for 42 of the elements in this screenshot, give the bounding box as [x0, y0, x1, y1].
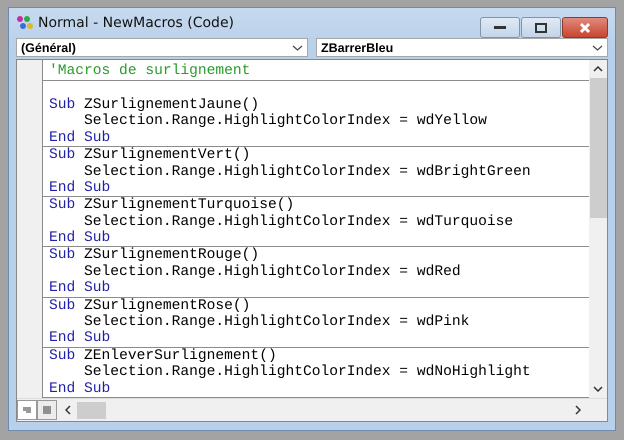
procedure-view-button[interactable] — [17, 400, 37, 420]
code-editor[interactable] — [43, 60, 589, 398]
code-line: Selection.Range.HighlightColorIndex = wdTurquoise — [83, 214, 514, 230]
code-line: Sub ZSurlignementVert() — [48, 147, 252, 164]
minimize-button[interactable] — [480, 17, 520, 38]
code-line: End Sub — [48, 130, 112, 146]
scroll-up-icon[interactable] — [593, 66, 603, 72]
code-line: End Sub — [48, 280, 112, 297]
procedure-dropdown[interactable]: ZBarrerBleu — [316, 38, 608, 58]
macro-icon — [16, 15, 34, 31]
code-line: Sub ZSurlignementRouge() — [48, 247, 260, 264]
maximize-icon — [535, 22, 547, 32]
code-line: Selection.Range.HighlightColorIndex = wdPink — [83, 314, 470, 330]
close-button[interactable] — [562, 17, 608, 38]
scroll-left-icon[interactable] — [65, 405, 71, 415]
code-line: End Sub — [48, 380, 112, 397]
window-title: Normal - NewMacros (Code) — [38, 15, 236, 31]
chevron-down-icon — [592, 44, 603, 51]
module-view-button[interactable] — [37, 400, 57, 420]
code-line: Sub ZEnleverSurlignement() — [48, 348, 278, 364]
code-line: Sub ZSurlignementTurquoise() — [48, 197, 296, 214]
code-line: Selection.Range.HighlightColorIndex = wdBrightGreen — [83, 164, 532, 180]
scroll-down-icon[interactable] — [593, 386, 603, 392]
code-line: End Sub — [48, 330, 112, 347]
scroll-right-icon[interactable] — [575, 405, 581, 415]
scrollbar-thumb[interactable] — [590, 78, 606, 218]
scrollbar-thumb[interactable] — [77, 402, 106, 418]
code-line: Selection.Range.HighlightColorIndex = wdNoHighlight — [83, 364, 532, 381]
code-line: Sub ZSurlignementJaune() — [48, 96, 260, 113]
code-line: End Sub — [48, 230, 112, 246]
code-line: Selection.Range.HighlightColorIndex = wdYellow — [83, 113, 488, 130]
code-line: 'Macros de surlignement — [48, 63, 252, 80]
minimize-icon — [494, 26, 506, 30]
lines-icon — [42, 406, 52, 414]
code-line: Selection.Range.HighlightColorIndex = wdRed — [83, 264, 462, 280]
code-line: Sub ZSurlignementRose() — [48, 298, 252, 314]
close-icon — [579, 22, 591, 34]
object-dropdown[interactable]: (Général) — [16, 38, 308, 58]
code-line: End Sub — [48, 180, 112, 196]
lines-icon — [22, 406, 32, 414]
maximize-button[interactable] — [521, 17, 561, 38]
chevron-down-icon — [292, 44, 303, 51]
